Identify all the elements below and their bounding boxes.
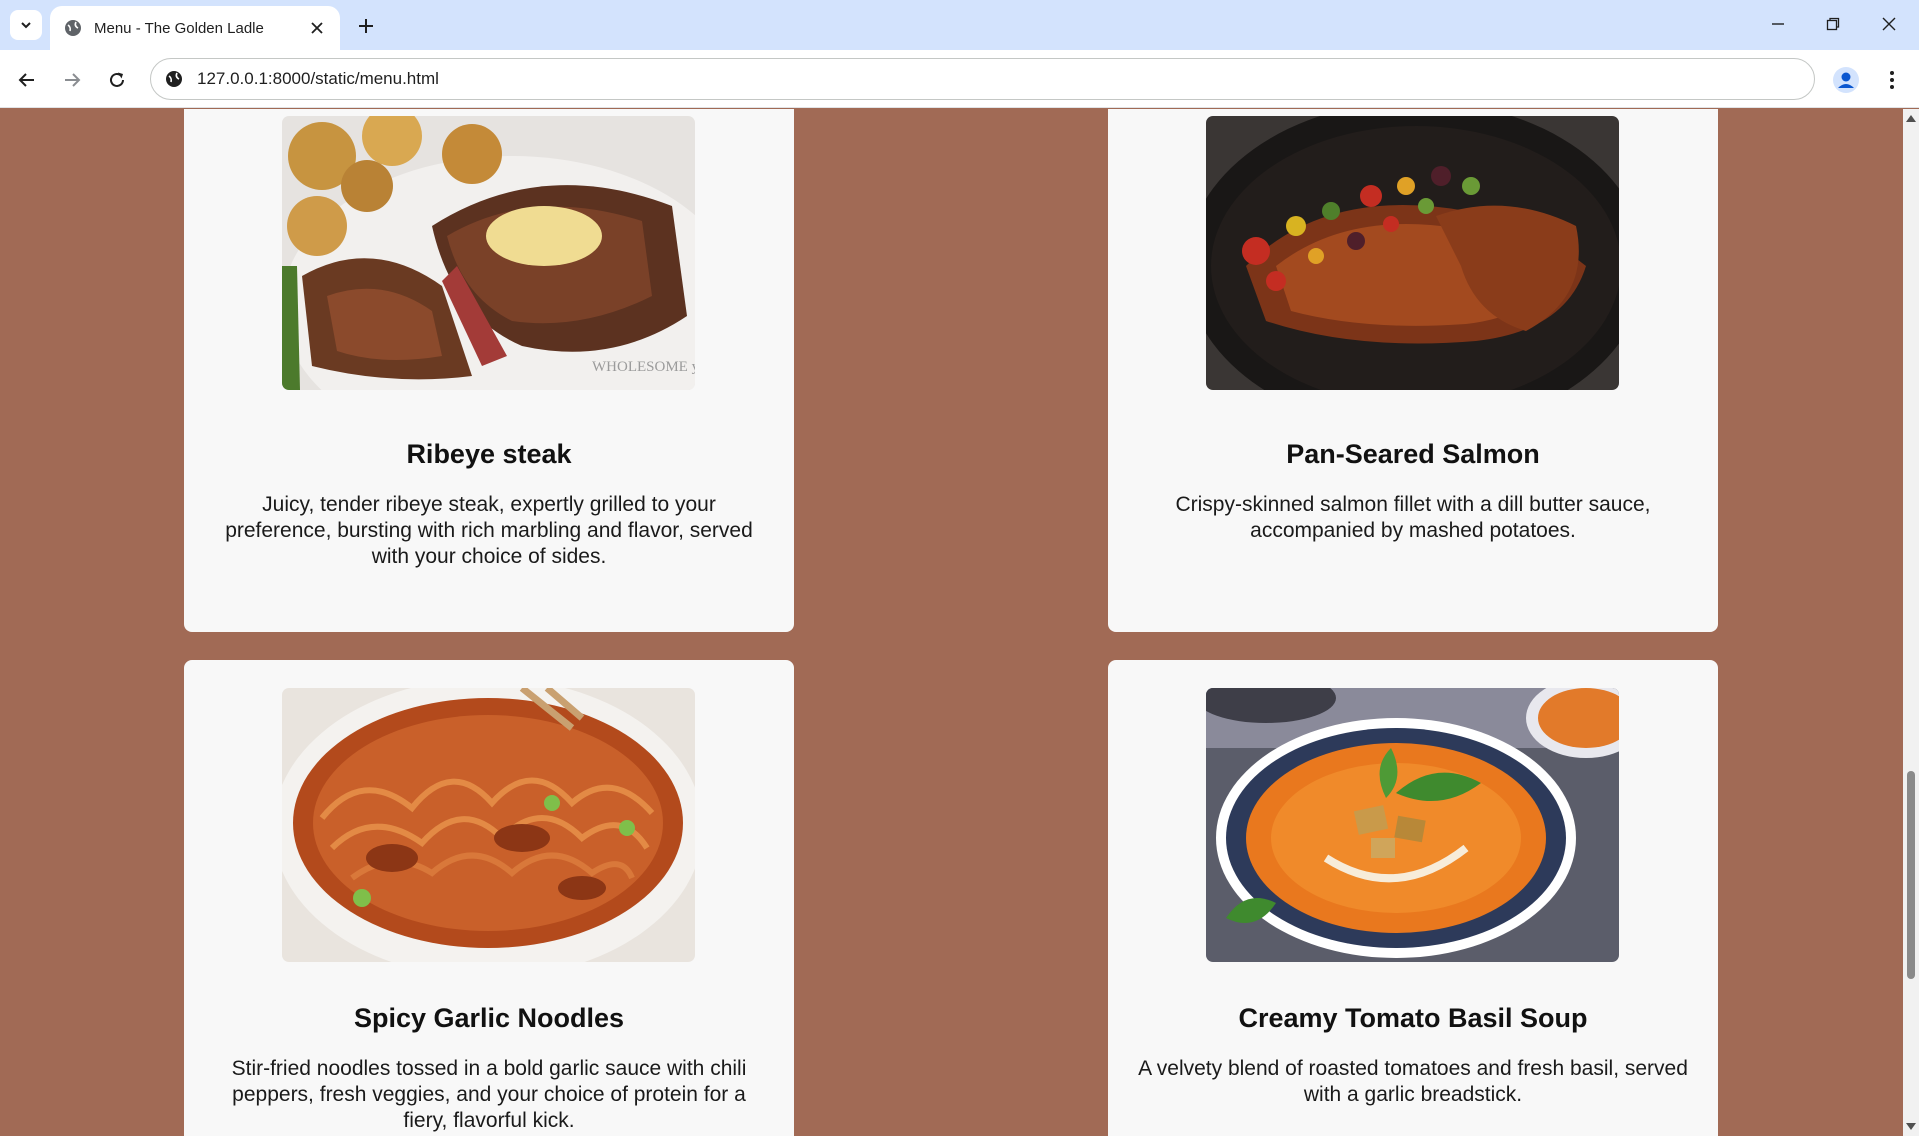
tab-list-icon [21, 22, 31, 29]
back-arrow-icon [18, 73, 34, 87]
menu-card-noodles: Spicy Garlic Noodles Stir-fried noodles … [184, 660, 794, 1136]
dish-description: Stir-fried noodles tossed in a bold garl… [231, 1057, 747, 1132]
close-icon [311, 22, 323, 34]
dish-description: A velvety blend of roasted tomatoes and … [1138, 1057, 1688, 1106]
forward-arrow-icon [65, 73, 81, 87]
plus-icon [359, 19, 373, 33]
tab-title: Menu - The Golden Ladle [94, 19, 264, 37]
window-close-icon [1882, 17, 1896, 31]
dish-name: Pan-Seared Salmon [1286, 439, 1540, 469]
ribeye-steak-image: WHOLESOME yum [282, 116, 695, 390]
menu-card-soup: Creamy Tomato Basil Soup A velvety blend… [1108, 660, 1718, 1136]
menu-card-salmon: Pan-Seared Salmon Crispy-skinned salmon … [1108, 109, 1718, 632]
page-viewport: WHOLESOME yum Ribeye steak Juicy, tender… [0, 109, 1903, 1136]
profile-button[interactable] [1830, 64, 1862, 96]
creamy-tomato-basil-soup-image [1206, 688, 1619, 962]
address-bar[interactable]: 127.0.0.1:8000/static/menu.html [150, 58, 1815, 100]
tab-close-button[interactable] [306, 17, 328, 39]
spicy-garlic-noodles-image [282, 688, 695, 962]
reload-icon [110, 72, 124, 87]
active-tab[interactable]: Menu - The Golden Ladle [50, 6, 340, 50]
forward-button[interactable] [56, 64, 88, 96]
scrollbar-thumb[interactable] [1907, 771, 1915, 979]
minimize-button[interactable] [1755, 8, 1801, 40]
menu-card-ribeye: WHOLESOME yum Ribeye steak Juicy, tender… [184, 109, 794, 632]
dish-name: Creamy Tomato Basil Soup [1238, 1003, 1588, 1033]
dish-description: Crispy-skinned salmon fillet with a dill… [1175, 493, 1651, 542]
dish-name: Ribeye steak [406, 439, 572, 469]
window-close-button[interactable] [1866, 8, 1912, 40]
minimize-icon [1772, 23, 1784, 25]
restore-icon [1826, 17, 1840, 31]
scroll-up-arrow-icon[interactable] [1906, 115, 1916, 122]
back-button[interactable] [11, 64, 43, 96]
reload-button[interactable] [101, 64, 133, 96]
image-watermark: WHOLESOME yum [592, 359, 695, 375]
vertical-scrollbar[interactable] [1903, 109, 1919, 1136]
new-tab-button[interactable] [352, 12, 380, 40]
restore-button[interactable] [1810, 8, 1856, 40]
browser-menu-button[interactable] [1876, 64, 1908, 96]
kebab-menu-icon [1890, 71, 1894, 89]
tab-list-button[interactable] [10, 10, 42, 40]
url-text: 127.0.0.1:8000/static/menu.html [197, 69, 439, 88]
profile-icon [1833, 67, 1859, 93]
globe-icon [65, 20, 81, 36]
dish-description: Juicy, tender ribeye steak, expertly gri… [225, 493, 753, 568]
browser-tab-bar: Menu - The Golden Ladle [0, 0, 1919, 50]
dish-name: Spicy Garlic Noodles [353, 1003, 625, 1033]
browser-toolbar: 127.0.0.1:8000/static/menu.html [0, 50, 1919, 108]
pan-seared-salmon-image [1206, 116, 1619, 390]
site-info-icon [166, 71, 182, 87]
scroll-down-arrow-icon[interactable] [1906, 1123, 1916, 1130]
